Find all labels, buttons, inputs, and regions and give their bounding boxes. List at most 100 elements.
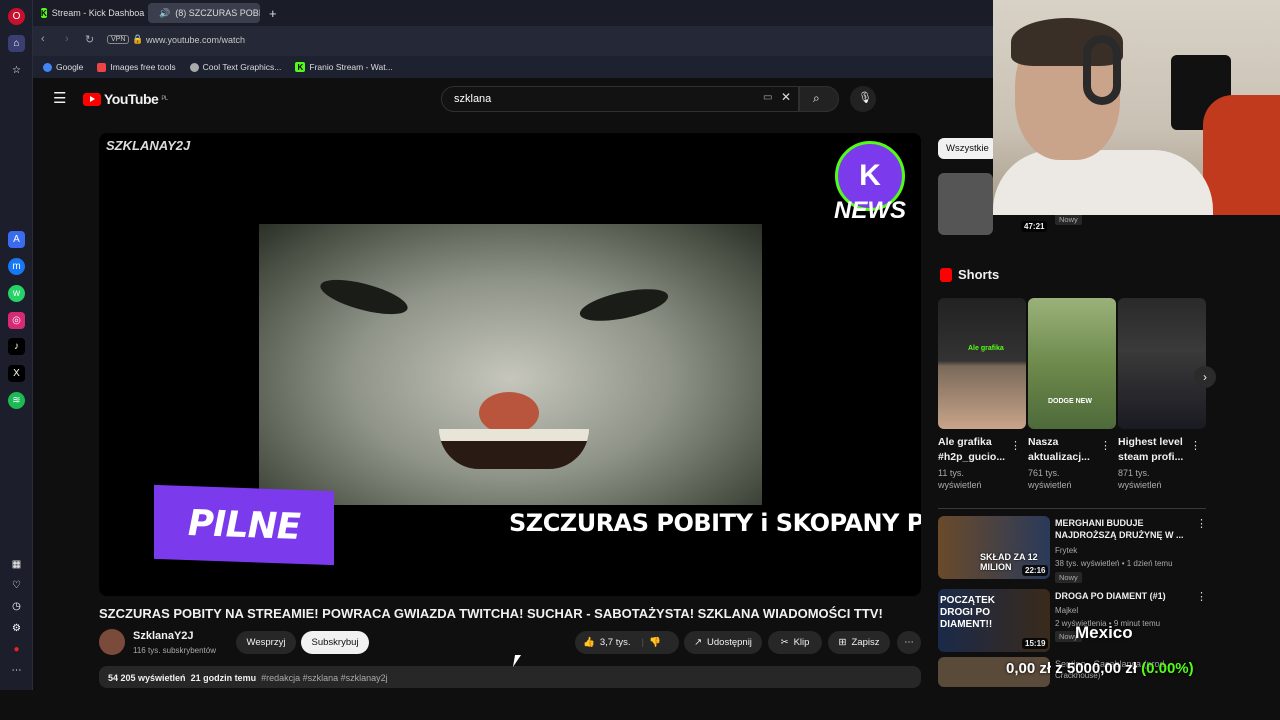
mic-icon: 🎙 — [858, 92, 872, 104]
description-box[interactable]: 54 205 wyświetleń 21 godzin temu #redakc… — [99, 666, 921, 688]
filter-chip-all[interactable]: Wszystkie — [938, 138, 997, 159]
spotify-icon[interactable]: ≋ — [8, 392, 25, 409]
vpn-badge[interactable]: VPN — [107, 35, 130, 44]
shorts-next-icon[interactable]: › — [1194, 366, 1216, 388]
youtube-logo[interactable]: YouTube PL — [83, 91, 168, 107]
tiktok-icon[interactable]: ♪ — [8, 338, 25, 355]
shorts-icon — [940, 267, 952, 282]
keyboard-icon[interactable]: ▭ — [763, 92, 772, 103]
bookmark-images[interactable]: Images free tools — [97, 62, 176, 72]
dislike-icon[interactable]: 👎 — [649, 637, 661, 648]
opera-logo-icon[interactable]: O — [8, 8, 25, 25]
like-icon[interactable]: 👍 — [583, 637, 595, 648]
history-icon[interactable]: ◷ — [8, 598, 25, 615]
news-ticker: SZCZURAS POBITY i SKOPANY PODC — [509, 509, 921, 537]
short-menu-icon[interactable]: ⋮ — [1190, 439, 1201, 452]
bookmark-cooltext[interactable]: Cool Text Graphics... — [189, 62, 281, 72]
adblock-icon[interactable]: ● — [8, 641, 25, 658]
video-title: SZCZURAS POBITY NA STREAMIE! POWRACA GWI… — [99, 606, 883, 621]
cam-headset — [1083, 35, 1121, 105]
voice-search-button[interactable]: 🎙 — [850, 86, 876, 112]
short-menu-icon[interactable]: ⋮ — [1010, 439, 1021, 452]
x-icon[interactable]: X — [8, 365, 25, 382]
aria-icon[interactable]: A — [8, 231, 25, 248]
cam-red-chair — [1203, 95, 1280, 215]
more-icon[interactable]: ⋯ — [8, 662, 25, 679]
more-horizontal-icon: ⋯ — [904, 637, 914, 648]
search-input[interactable]: szklana — [441, 86, 799, 112]
short-title[interactable]: Highest level steam profi... — [1118, 435, 1193, 465]
bookmark-star-icon[interactable]: ☆ — [8, 62, 25, 79]
heart-icon[interactable]: ♡ — [8, 577, 25, 594]
new-tab-button[interactable]: + — [263, 3, 283, 23]
speaker-icon: 🔊 — [159, 7, 171, 18]
rec-thumbnail[interactable]: SKŁAD ZA 12 MILION 22:16 — [938, 516, 1050, 579]
save-button[interactable]: ⊞ Zapisz — [828, 631, 890, 654]
scissors-icon: ✂ — [780, 637, 789, 648]
subscriber-count: 116 tys. subskrybentów — [133, 646, 217, 655]
messenger-icon[interactable]: m — [8, 258, 25, 275]
bookmarks-bar: Google Images free tools Cool Text Graph… — [33, 56, 993, 78]
video-player[interactable]: SZKLANAY2J K NEWS PILNE SZCZURAS POBITY … — [99, 133, 921, 596]
menu-icon[interactable]: ☰ — [53, 89, 66, 107]
more-actions-button[interactable]: ⋯ — [897, 631, 921, 654]
tab-bar: K Stream - Kick Dashboard 🔊 (8) SZCZURAS… — [33, 0, 993, 26]
like-count[interactable]: 3,7 tys. — [600, 637, 631, 648]
rat-nose — [479, 392, 539, 434]
search-icon: ⌕ — [813, 91, 820, 105]
short-menu-icon[interactable]: ⋮ — [1100, 439, 1111, 452]
settings-icon[interactable]: ⚙ — [8, 620, 25, 637]
tab-kick-dashboard[interactable]: K Stream - Kick Dashboard — [35, 3, 145, 23]
opera-sidebar: O ⌂ ☆ A m w ◎ ♪ X ≋ ▦ ♡ ◷ ⚙ ● ⋯ — [0, 0, 33, 690]
address-bar: ‹ › ↻ VPN 🔒 www.youtube.com/watch — [33, 26, 993, 56]
clip-button[interactable]: ✂ Klip — [768, 631, 822, 654]
instagram-icon[interactable]: ◎ — [8, 312, 25, 329]
share-button[interactable]: ↗ Udostępnij — [684, 631, 762, 654]
bookmark-google[interactable]: Google — [43, 62, 83, 72]
short-thumbnail[interactable] — [1118, 298, 1206, 429]
rat-eye-right — [577, 282, 671, 328]
short-thumbnail[interactable]: DODGE NEW — [1028, 298, 1116, 429]
rec-menu-icon[interactable]: ⋮ — [1196, 590, 1207, 603]
forward-icon[interactable]: › — [65, 33, 69, 45]
short-title[interactable]: Nasza aktualizacj... — [1028, 435, 1103, 465]
top-rec-thumbnail[interactable] — [938, 173, 993, 235]
lock-icon: 🔒 — [132, 34, 144, 44]
tab-youtube-video[interactable]: 🔊 (8) SZCZURAS POBITY — [148, 3, 260, 23]
short-title[interactable]: Ale grafika #h2p_gucio... — [938, 435, 1013, 465]
channel-name[interactable]: SzklanaY2J — [133, 630, 194, 642]
rat-eye-left — [317, 272, 411, 322]
rec-title[interactable]: DROGA PO DIAMENT (#1) — [1055, 590, 1185, 602]
subscribe-button[interactable]: Subskrybuj — [301, 631, 369, 654]
news-logo: K NEWS — [829, 141, 911, 229]
home-icon[interactable]: ⌂ — [8, 35, 25, 52]
rec-meta: 38 tys. wyświetleń • 1 dzień temu — [1055, 559, 1173, 568]
rat-mouth — [439, 429, 589, 469]
workspaces-icon[interactable]: ▦ — [8, 556, 25, 573]
channel-avatar[interactable] — [99, 629, 125, 655]
reload-icon[interactable]: ↻ — [85, 33, 94, 46]
goal-progress: 0,00 zł z 5000,00 zł (0.00%) — [1006, 660, 1194, 677]
short-views: 11 tys. wyświetleń — [938, 468, 982, 490]
clear-search-icon[interactable]: ✕ — [781, 90, 791, 104]
webcam-overlay — [993, 0, 1280, 215]
rec-menu-icon[interactable]: ⋮ — [1196, 517, 1207, 530]
like-dislike-group: 👍 3,7 tys. | 👎 — [575, 631, 679, 654]
short-thumbnail[interactable]: Ale grafika — [938, 298, 1026, 429]
rec-channel[interactable]: Frytek — [1055, 545, 1077, 556]
whatsapp-icon[interactable]: w — [8, 285, 25, 302]
screen: { "browser": { "tabs": [ {"label": "Stre… — [0, 0, 1280, 720]
shorts-heading: Shorts — [940, 267, 999, 282]
pilne-banner: PILNE — [154, 484, 334, 566]
support-button[interactable]: Wesprzyj — [236, 631, 296, 654]
back-icon[interactable]: ‹ — [41, 33, 45, 45]
bookmark-franio[interactable]: K Franio Stream - Wat... — [295, 62, 393, 72]
url-field[interactable]: www.youtube.com/watch — [146, 35, 245, 45]
top-rec-duration: 47:21 — [1021, 221, 1048, 232]
rec-channel[interactable]: Majkel — [1055, 605, 1078, 616]
search-button[interactable]: ⌕ — [799, 86, 839, 112]
rec-title[interactable]: MERGHANI BUDUJE NAJDROŻSZĄ DRUŻYNĘ W ... — [1055, 517, 1185, 541]
goal-label: Mexico — [1075, 623, 1133, 642]
google-icon — [43, 62, 52, 72]
rec-thumbnail[interactable]: POCZĄTEK DROGI PO DIAMENT!! 15:19 — [938, 589, 1050, 652]
